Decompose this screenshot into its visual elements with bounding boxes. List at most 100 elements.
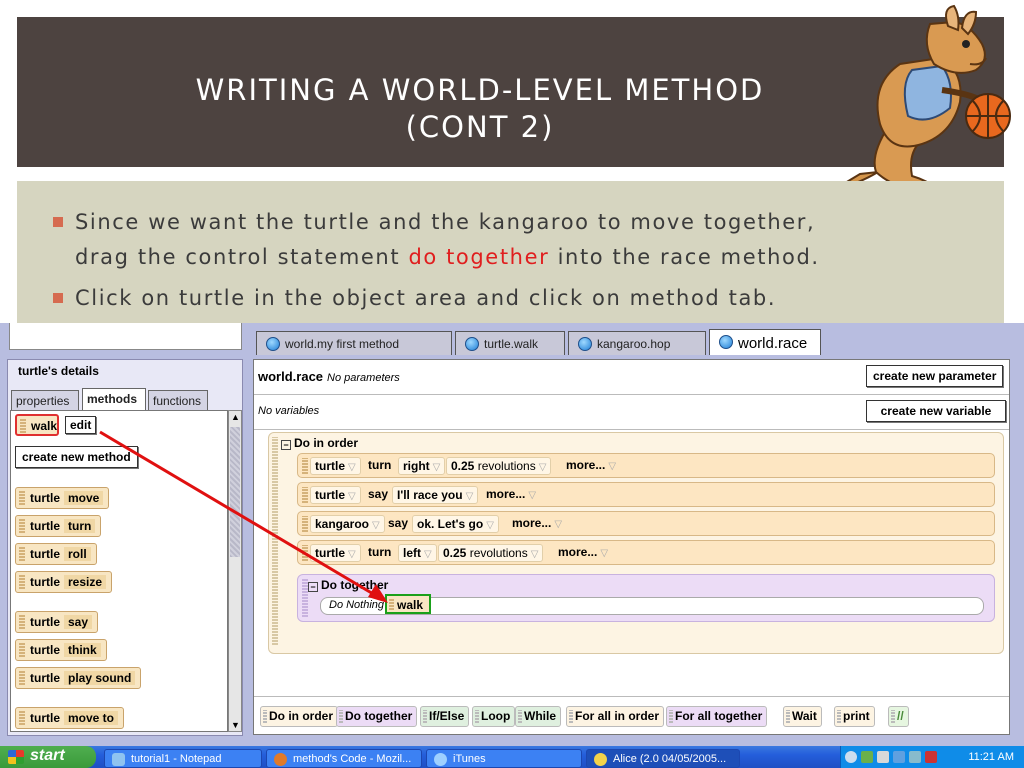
ctrl-if-else[interactable]: If/Else (420, 706, 470, 727)
editor-header: world.race No parameters create new param… (254, 360, 1009, 395)
stmt-object[interactable]: turtle ▽ (310, 486, 361, 504)
start-button[interactable]: start (0, 746, 96, 768)
security-icon[interactable] (925, 751, 937, 763)
volume-icon[interactable] (877, 751, 889, 763)
ctrl-while[interactable]: While (515, 706, 561, 727)
walk-label: walk (31, 419, 58, 433)
ctrl-label: While (524, 709, 556, 723)
task-mozilla[interactable]: method's Code - Mozil... (266, 749, 422, 768)
stmt-more[interactable]: more... ▽ (562, 457, 620, 475)
block-grip[interactable] (272, 437, 278, 645)
tab-kangaroo-hop[interactable]: kangaroo.hop (568, 331, 706, 355)
details-title: turtle's details (18, 364, 99, 378)
statement-turtle-say[interactable]: turtle ▽ say I'll race you ▽ more... ▽ (297, 482, 995, 507)
do-in-order-block[interactable]: − Do in order turtle ▽ turn right ▽ 0.25 re… (268, 432, 1004, 654)
create-new-method-button[interactable]: create new method (15, 446, 138, 468)
control-statements-bar: Do in order Do together If/Else Loop Whi… (254, 696, 1009, 734)
stmt-amount-text: 0.25 (451, 459, 475, 473)
task-label: method's Code - Mozil... (293, 753, 412, 765)
collapse-icon[interactable]: − (308, 582, 318, 592)
dropdown-icon: ▽ (554, 519, 563, 530)
method-tile-move[interactable]: turtle move (15, 487, 110, 509)
stmt-object[interactable]: kangaroo ▽ (310, 515, 385, 533)
walk-method-tile[interactable]: walk (15, 414, 59, 436)
method-obj: turtle (30, 575, 60, 589)
statement-turtle-turn-left[interactable]: turtle ▽ turn left ▽ 0.25 revolutions ▽ mor… (297, 540, 995, 565)
edit-button[interactable]: edit (65, 416, 97, 434)
stmt-object[interactable]: turtle ▽ (310, 544, 361, 562)
stmt-more[interactable]: more... ▽ (482, 486, 540, 504)
ctrl-label: Do in order (269, 709, 334, 723)
method-tile-move-to[interactable]: turtle move to (15, 707, 125, 729)
method-name: think (64, 643, 101, 657)
method-obj: turtle (30, 519, 60, 533)
tab-functions[interactable]: functions (148, 390, 208, 410)
method-tile-resize[interactable]: turtle resize (15, 571, 113, 593)
task-itunes[interactable]: iTunes (426, 749, 582, 768)
do-in-order-label: Do in order (294, 436, 359, 450)
method-obj: turtle (30, 491, 60, 505)
methods-list: walk edit create new method turtle move t… (10, 410, 228, 732)
ctrl-print[interactable]: print (834, 706, 875, 727)
stmt-direction[interactable]: left ▽ (398, 544, 437, 562)
object-tree-box[interactable] (9, 323, 242, 350)
ctrl-do-in-order[interactable]: Do in order (260, 706, 339, 727)
bullet-1-line-1: Since we want the turtle and the kangaro… (75, 210, 816, 234)
method-name: play sound (64, 671, 136, 685)
tab-properties[interactable]: properties (11, 390, 79, 410)
tab-methods[interactable]: methods (82, 388, 146, 410)
ctrl-for-all-in-order[interactable]: For all in order (566, 706, 665, 727)
dropdown-icon: ▽ (600, 548, 609, 559)
method-name: resize (64, 575, 107, 589)
scrollbar-thumb[interactable] (230, 427, 240, 557)
stmt-amount[interactable]: 0.25 revolutions ▽ (438, 544, 544, 562)
dropdown-icon: ▽ (465, 491, 474, 502)
stmt-amount[interactable]: 0.25 revolutions ▽ (446, 457, 552, 475)
tray-expand-icon[interactable] (845, 751, 857, 763)
connection-icon[interactable] (909, 751, 921, 763)
method-name: say (64, 615, 93, 629)
scroll-up-icon[interactable]: ▲ (231, 412, 240, 422)
monitor-icon[interactable] (893, 751, 905, 763)
tab-label: turtle.walk (484, 337, 539, 351)
method-obj: turtle (30, 671, 60, 685)
stmt-more-text: more... (486, 487, 526, 501)
dragged-walk-tile[interactable]: walk (385, 594, 431, 614)
statement-turtle-turn-right[interactable]: turtle ▽ turn right ▽ 0.25 revolutions ▽ mo… (297, 453, 995, 478)
task-alice[interactable]: Alice (2.0 04/05/2005... (586, 749, 740, 768)
method-tile-play-sound[interactable]: turtle play sound (15, 667, 142, 689)
stmt-more[interactable]: more... ▽ (508, 515, 566, 533)
stmt-text-arg[interactable]: I'll race you ▽ (392, 486, 479, 504)
dropdown-icon: ▽ (486, 520, 494, 531)
methods-scrollbar[interactable]: ▲ ▼ (228, 410, 242, 732)
tab-world-my-first-method[interactable]: world.my first method (256, 331, 452, 355)
tab-turtle-walk[interactable]: turtle.walk (455, 331, 565, 355)
ctrl-comment[interactable]: // (888, 706, 909, 727)
do-together-label: Do together (321, 578, 389, 592)
create-new-variable-button[interactable]: create new variable (866, 400, 1006, 422)
method-tile-turn[interactable]: turtle turn (15, 515, 102, 537)
ctrl-for-all-together[interactable]: For all together (666, 706, 768, 727)
network-icon[interactable] (861, 751, 873, 763)
method-tile-think[interactable]: turtle think (15, 639, 107, 661)
ctrl-loop[interactable]: Loop (472, 706, 516, 727)
ctrl-do-together[interactable]: Do together (336, 706, 418, 727)
stmt-verb: turn (368, 458, 392, 472)
collapse-icon[interactable]: − (281, 440, 291, 450)
stmt-object[interactable]: turtle ▽ (310, 457, 361, 475)
do-together-highlight: do together (408, 245, 550, 269)
stmt-more-text: more... (558, 545, 598, 559)
create-new-parameter-button[interactable]: create new parameter (866, 365, 1004, 387)
ctrl-wait[interactable]: Wait (783, 706, 822, 727)
stmt-text-arg[interactable]: ok. Let's go ▽ (412, 515, 499, 533)
method-tile-roll[interactable]: turtle roll (15, 543, 97, 565)
stmt-direction[interactable]: right ▽ (398, 457, 446, 475)
method-tile-say[interactable]: turtle say (15, 611, 99, 633)
dragged-walk-label: walk (397, 598, 424, 612)
stmt-more[interactable]: more... ▽ (554, 544, 612, 562)
tab-world-race[interactable]: world.race (709, 329, 821, 355)
task-notepad[interactable]: tutorial1 - Notepad (104, 749, 262, 768)
statement-kangaroo-say[interactable]: kangaroo ▽ say ok. Let's go ▽ more... ▽ (297, 511, 995, 536)
tab-label: world.my first method (285, 337, 400, 351)
scroll-down-icon[interactable]: ▼ (231, 720, 240, 730)
